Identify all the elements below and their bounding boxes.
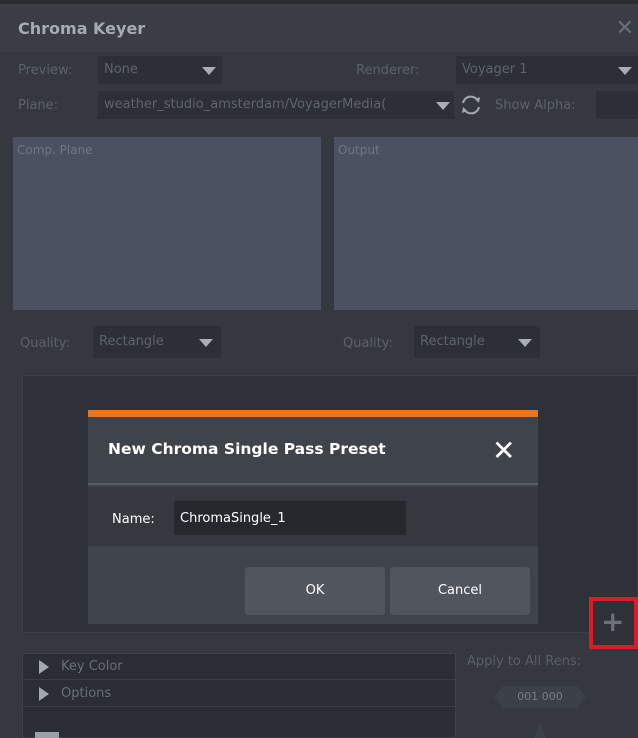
expand-arrow-icon — [39, 687, 49, 701]
title-bar: Chroma Keyer ✕ — [0, 0, 638, 52]
renderer-value: Voyager 1 — [462, 62, 528, 77]
renderer-select[interactable]: Voyager 1 — [456, 56, 638, 84]
show-alpha-checkbox[interactable] — [596, 91, 638, 119]
close-icon[interactable]: ✕ — [616, 16, 634, 41]
dialog-body: Name: — [88, 487, 538, 546]
dialog-title: New Chroma Single Pass Preset — [108, 440, 386, 458]
folder-icon — [35, 732, 59, 738]
counter-right: 000 — [541, 690, 563, 703]
preview-label: Preview: — [18, 63, 73, 78]
cancel-button[interactable]: Cancel — [390, 567, 530, 615]
plane-label: Plane: — [18, 98, 59, 113]
new-preset-dialog: New Chroma Single Pass Preset ✕ Name: OK… — [88, 410, 538, 624]
quality-right-label: Quality: — [343, 336, 393, 351]
quality-right-select[interactable]: Rectangle — [414, 326, 540, 358]
chevron-down-icon — [436, 102, 450, 110]
tree-item-partial — [23, 708, 455, 738]
apply-to-all-label: Apply to All Rens: — [467, 654, 582, 669]
chevron-down-icon — [618, 67, 632, 75]
renderer-counter[interactable]: 001 000 — [494, 686, 586, 708]
show-alpha-label: Show Alpha: — [495, 98, 576, 113]
plane-value: weather_studio_amsterdam/VoyagerMedia( — [104, 97, 387, 112]
tree-item-label: Options — [61, 686, 112, 701]
dialog-header: New Chroma Single Pass Preset ✕ — [88, 417, 538, 485]
tree-item-key-color[interactable]: Key Color — [23, 654, 455, 680]
output-title: Output — [338, 143, 380, 157]
quality-right-value: Rectangle — [420, 334, 485, 349]
preview-value: None — [104, 62, 138, 77]
quality-left-value: Rectangle — [99, 334, 164, 349]
name-label: Name: — [112, 512, 155, 527]
ok-button[interactable]: OK — [245, 567, 385, 615]
expand-arrow-icon — [39, 660, 49, 674]
chevron-down-icon — [199, 339, 213, 347]
counter-pointer — [534, 722, 546, 738]
add-preset-button[interactable]: + — [589, 597, 638, 649]
output-panel: Output — [334, 137, 638, 310]
refresh-icon[interactable] — [458, 92, 484, 118]
comp-plane-title: Comp. Plane — [17, 143, 93, 157]
options-tree: Key Color Options — [22, 653, 456, 738]
preview-select[interactable]: None — [98, 56, 222, 84]
close-icon[interactable]: ✕ — [492, 437, 515, 465]
chevron-down-icon — [518, 339, 532, 347]
renderer-label: Renderer: — [356, 63, 420, 78]
dialog-accent-bar — [88, 410, 538, 417]
tree-item-options[interactable]: Options — [23, 681, 455, 707]
window-title: Chroma Keyer — [18, 19, 146, 38]
chevron-down-icon — [202, 67, 216, 75]
counter-left: 001 — [517, 690, 539, 703]
preset-name-input[interactable] — [174, 501, 406, 535]
comp-plane-panel: Comp. Plane — [13, 137, 321, 310]
plus-icon: + — [601, 605, 625, 638]
quality-left-select[interactable]: Rectangle — [93, 326, 221, 358]
plane-select[interactable]: weather_studio_amsterdam/VoyagerMedia( — [98, 91, 454, 119]
tree-item-label: Key Color — [61, 659, 123, 674]
quality-left-label: Quality: — [20, 336, 70, 351]
chroma-keyer-window: Chroma Keyer ✕ Preview: None Renderer: V… — [0, 0, 638, 738]
